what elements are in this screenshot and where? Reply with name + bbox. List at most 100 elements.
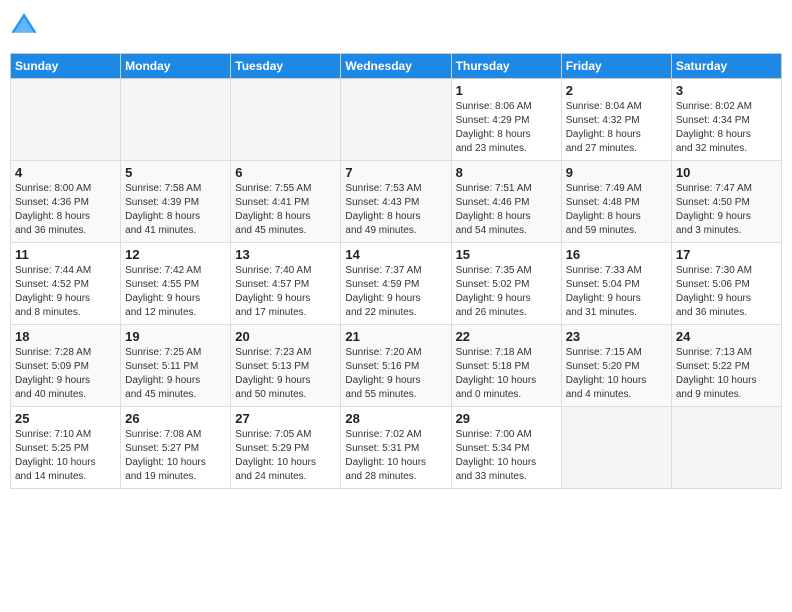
day-number: 27 <box>235 411 336 426</box>
day-number: 5 <box>125 165 226 180</box>
day-info: Sunrise: 7:30 AMSunset: 5:06 PMDaylight:… <box>676 264 777 320</box>
day-info: Sunrise: 7:18 AMSunset: 5:18 PMDaylight:… <box>456 346 557 402</box>
day-info: Sunrise: 8:06 AMSunset: 4:29 PMDaylight:… <box>456 100 557 156</box>
day-number: 28 <box>345 411 446 426</box>
day-info: Sunrise: 7:44 AMSunset: 4:52 PMDaylight:… <box>15 264 116 320</box>
day-number: 12 <box>125 247 226 262</box>
calendar-cell <box>341 79 451 161</box>
day-info: Sunrise: 7:02 AMSunset: 5:31 PMDaylight:… <box>345 428 446 484</box>
day-info: Sunrise: 7:33 AMSunset: 5:04 PMDaylight:… <box>566 264 667 320</box>
day-info: Sunrise: 7:15 AMSunset: 5:20 PMDaylight:… <box>566 346 667 402</box>
day-info: Sunrise: 8:00 AMSunset: 4:36 PMDaylight:… <box>15 182 116 238</box>
day-info: Sunrise: 7:37 AMSunset: 4:59 PMDaylight:… <box>345 264 446 320</box>
calendar-cell: 6 Sunrise: 7:55 AMSunset: 4:41 PMDaylight… <box>231 161 341 243</box>
page-header <box>10 10 782 45</box>
calendar-cell: 9 Sunrise: 7:49 AMSunset: 4:48 PMDaylight… <box>561 161 671 243</box>
day-number: 8 <box>456 165 557 180</box>
day-number: 26 <box>125 411 226 426</box>
day-number: 17 <box>676 247 777 262</box>
calendar-cell: 28 Sunrise: 7:02 AMSunset: 5:31 PMDayligh… <box>341 407 451 489</box>
calendar-cell: 22 Sunrise: 7:18 AMSunset: 5:18 PMDayligh… <box>451 325 561 407</box>
day-number: 4 <box>15 165 116 180</box>
day-number: 18 <box>15 329 116 344</box>
day-info: Sunrise: 7:49 AMSunset: 4:48 PMDaylight:… <box>566 182 667 238</box>
calendar-cell <box>671 407 781 489</box>
day-number: 3 <box>676 83 777 98</box>
day-number: 13 <box>235 247 336 262</box>
day-info: Sunrise: 7:08 AMSunset: 5:27 PMDaylight:… <box>125 428 226 484</box>
weekday-header-wednesday: Wednesday <box>341 54 451 79</box>
day-number: 25 <box>15 411 116 426</box>
weekday-header-thursday: Thursday <box>451 54 561 79</box>
day-number: 23 <box>566 329 667 344</box>
day-number: 15 <box>456 247 557 262</box>
calendar-cell: 13 Sunrise: 7:40 AMSunset: 4:57 PMDayligh… <box>231 243 341 325</box>
day-number: 14 <box>345 247 446 262</box>
calendar-table: SundayMondayTuesdayWednesdayThursdayFrid… <box>10 53 782 489</box>
calendar-cell: 20Sunrise: 7:23 AMSunset: 5:13 PMDayligh… <box>231 325 341 407</box>
day-info: Sunrise: 7:55 AMSunset: 4:41 PMDaylight:… <box>235 182 336 238</box>
calendar-cell: 3 Sunrise: 8:02 AMSunset: 4:34 PMDaylight… <box>671 79 781 161</box>
calendar-cell: 15 Sunrise: 7:35 AMSunset: 5:02 PMDayligh… <box>451 243 561 325</box>
calendar-cell: 18 Sunrise: 7:28 AMSunset: 5:09 PMDayligh… <box>11 325 121 407</box>
day-info: Sunrise: 7:40 AMSunset: 4:57 PMDaylight:… <box>235 264 336 320</box>
day-info: Sunrise: 7:35 AMSunset: 5:02 PMDaylight:… <box>456 264 557 320</box>
calendar-cell: 14 Sunrise: 7:37 AMSunset: 4:59 PMDayligh… <box>341 243 451 325</box>
day-number: 22 <box>456 329 557 344</box>
calendar-cell: 24 Sunrise: 7:13 AMSunset: 5:22 PMDayligh… <box>671 325 781 407</box>
weekday-header-friday: Friday <box>561 54 671 79</box>
calendar-cell: 5 Sunrise: 7:58 AMSunset: 4:39 PMDaylight… <box>121 161 231 243</box>
weekday-header-saturday: Saturday <box>671 54 781 79</box>
day-info: Sunrise: 7:47 AMSunset: 4:50 PMDaylight:… <box>676 182 777 238</box>
calendar-cell: 4 Sunrise: 8:00 AMSunset: 4:36 PMDaylight… <box>11 161 121 243</box>
day-info: Sunrise: 7:00 AMSunset: 5:34 PMDaylight:… <box>456 428 557 484</box>
calendar-cell <box>561 407 671 489</box>
day-number: 7 <box>345 165 446 180</box>
day-info: Sunrise: 7:51 AMSunset: 4:46 PMDaylight:… <box>456 182 557 238</box>
day-number: 2 <box>566 83 667 98</box>
day-info: Sunrise: 7:25 AMSunset: 5:11 PMDaylight:… <box>125 346 226 402</box>
calendar-cell: 16 Sunrise: 7:33 AMSunset: 5:04 PMDayligh… <box>561 243 671 325</box>
logo-icon <box>10 10 38 38</box>
day-info: Sunrise: 7:10 AMSunset: 5:25 PMDaylight:… <box>15 428 116 484</box>
day-number: 29 <box>456 411 557 426</box>
day-info: Sunrise: 7:58 AMSunset: 4:39 PMDaylight:… <box>125 182 226 238</box>
day-number: 9 <box>566 165 667 180</box>
calendar-cell: 12 Sunrise: 7:42 AMSunset: 4:55 PMDayligh… <box>121 243 231 325</box>
day-info: Sunrise: 8:02 AMSunset: 4:34 PMDaylight:… <box>676 100 777 156</box>
calendar-cell: 17 Sunrise: 7:30 AMSunset: 5:06 PMDayligh… <box>671 243 781 325</box>
logo <box>10 10 40 45</box>
calendar-cell <box>121 79 231 161</box>
calendar-cell: 10 Sunrise: 7:47 AMSunset: 4:50 PMDayligh… <box>671 161 781 243</box>
day-info: Sunrise: 7:53 AMSunset: 4:43 PMDaylight:… <box>345 182 446 238</box>
calendar-cell <box>231 79 341 161</box>
day-number: 19 <box>125 329 226 344</box>
day-info: Sunrise: 7:28 AMSunset: 5:09 PMDaylight:… <box>15 346 116 402</box>
calendar-cell: 11 Sunrise: 7:44 AMSunset: 4:52 PMDayligh… <box>11 243 121 325</box>
calendar-cell: 21Sunrise: 7:20 AMSunset: 5:16 PMDayligh… <box>341 325 451 407</box>
calendar-cell: 26 Sunrise: 7:08 AMSunset: 5:27 PMDayligh… <box>121 407 231 489</box>
day-number: 24 <box>676 329 777 344</box>
calendar-cell: 7 Sunrise: 7:53 AMSunset: 4:43 PMDaylight… <box>341 161 451 243</box>
day-info: Sunrise: 7:42 AMSunset: 4:55 PMDaylight:… <box>125 264 226 320</box>
calendar-cell <box>11 79 121 161</box>
calendar-cell: 23 Sunrise: 7:15 AMSunset: 5:20 PMDayligh… <box>561 325 671 407</box>
day-info: Sunrise: 7:20 AMSunset: 5:16 PMDaylight:… <box>345 346 446 402</box>
weekday-header-sunday: Sunday <box>11 54 121 79</box>
day-number: 10 <box>676 165 777 180</box>
day-number: 11 <box>15 247 116 262</box>
day-info: Sunrise: 7:13 AMSunset: 5:22 PMDaylight:… <box>676 346 777 402</box>
day-info: Sunrise: 8:04 AMSunset: 4:32 PMDaylight:… <box>566 100 667 156</box>
day-number: 16 <box>566 247 667 262</box>
calendar-cell: 27 Sunrise: 7:05 AMSunset: 5:29 PMDayligh… <box>231 407 341 489</box>
calendar-cell: 8 Sunrise: 7:51 AMSunset: 4:46 PMDaylight… <box>451 161 561 243</box>
day-number: 6 <box>235 165 336 180</box>
day-info: Sunrise: 7:05 AMSunset: 5:29 PMDaylight:… <box>235 428 336 484</box>
day-info: Sunrise: 7:23 AMSunset: 5:13 PMDaylight:… <box>235 346 336 402</box>
calendar-cell: 2 Sunrise: 8:04 AMSunset: 4:32 PMDaylight… <box>561 79 671 161</box>
calendar-cell: 1Sunrise: 8:06 AMSunset: 4:29 PMDaylight… <box>451 79 561 161</box>
calendar-cell: 25 Sunrise: 7:10 AMSunset: 5:25 PMDayligh… <box>11 407 121 489</box>
calendar-cell: 29 Sunrise: 7:00 AMSunset: 5:34 PMDayligh… <box>451 407 561 489</box>
weekday-header-monday: Monday <box>121 54 231 79</box>
weekday-header-tuesday: Tuesday <box>231 54 341 79</box>
